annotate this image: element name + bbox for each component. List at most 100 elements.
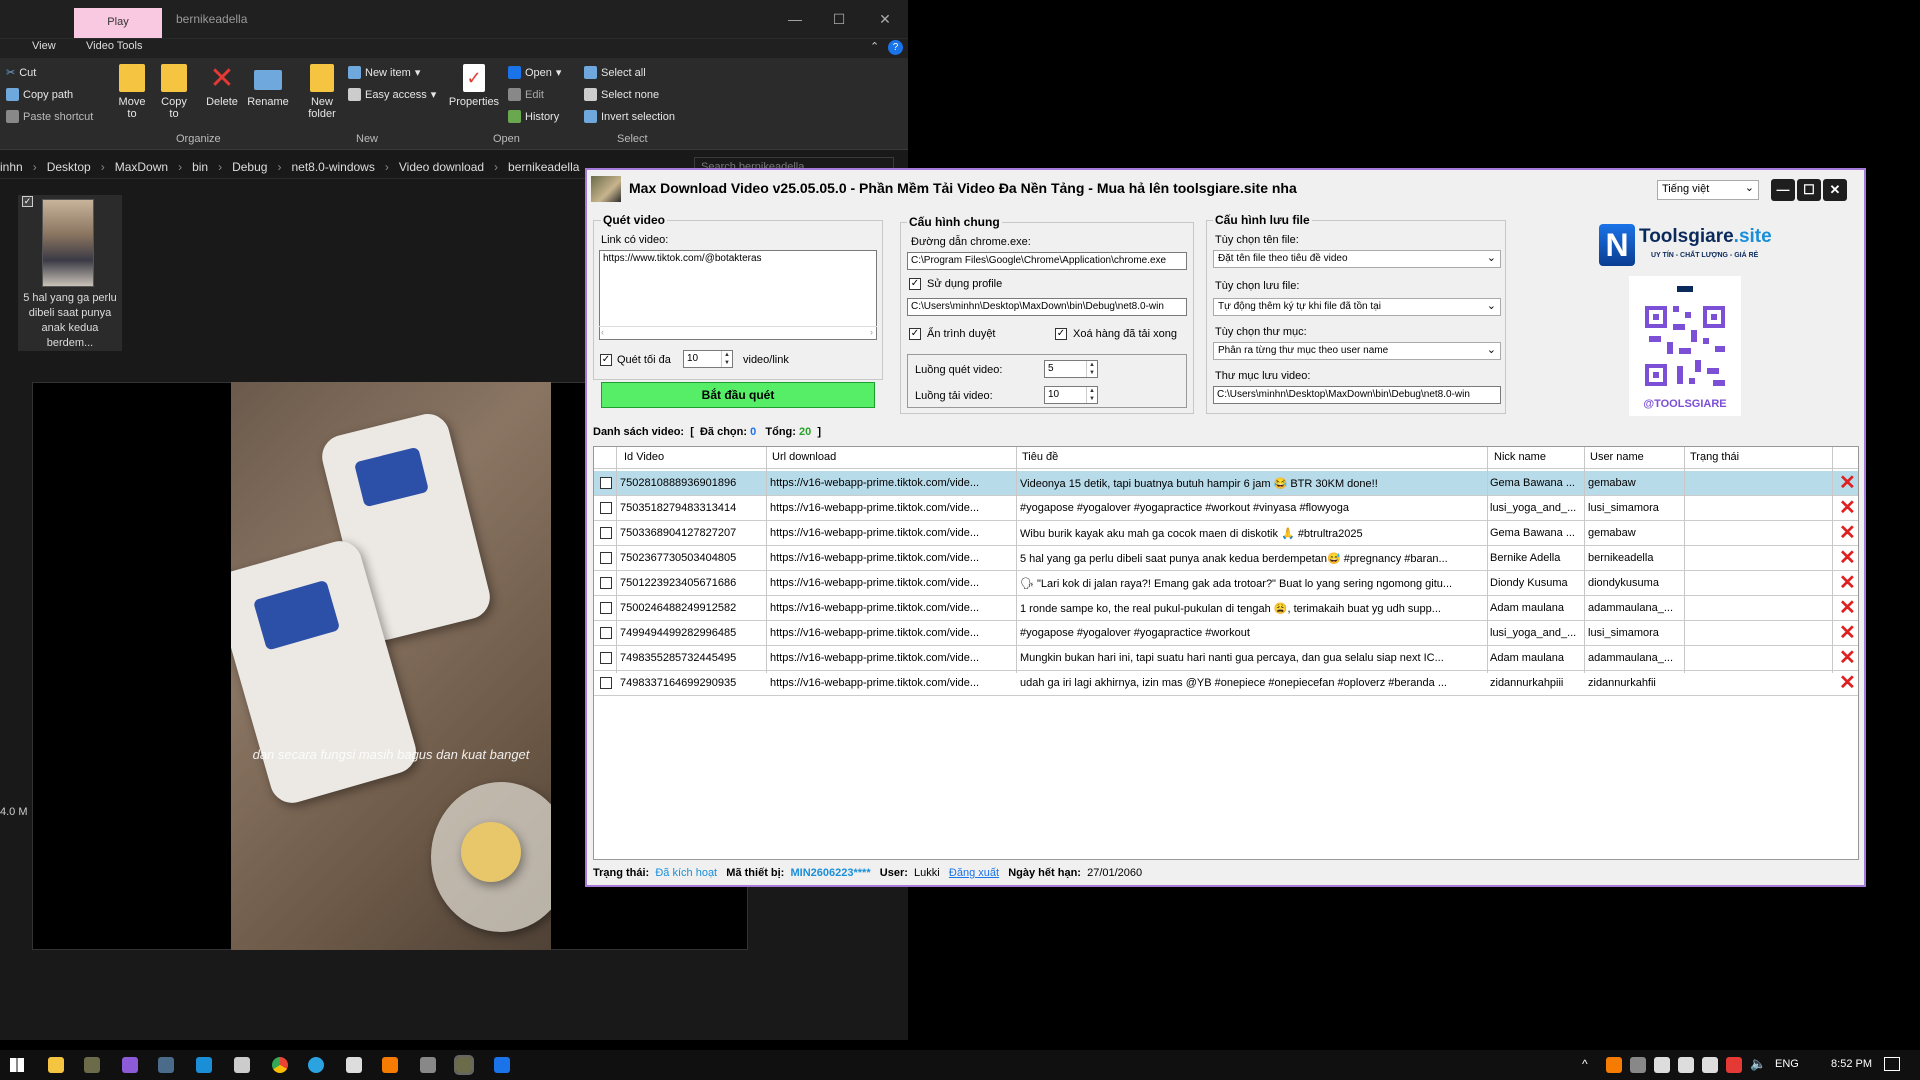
file-item[interactable]: 5 hal yang ga perlu dibeli saat punya an…: [18, 195, 122, 351]
media-player-icon[interactable]: [494, 1057, 510, 1073]
row-checkbox[interactable]: [600, 502, 612, 514]
delete-row-icon[interactable]: ✕: [1839, 573, 1856, 593]
breadcrumb-item[interactable]: Desktop: [47, 160, 91, 174]
new-item-button[interactable]: New item ▾: [348, 66, 420, 79]
open-button[interactable]: Open ▾: [508, 66, 561, 79]
row-checkbox[interactable]: [600, 627, 612, 639]
video-table[interactable]: Id Video Url download Tiêu đề Nick name …: [593, 446, 1859, 860]
delete-button[interactable]: ✕ Delete: [202, 64, 242, 109]
breadcrumb-item[interactable]: bin: [192, 160, 208, 174]
row-checkbox[interactable]: [600, 477, 612, 489]
col-user[interactable]: User name: [1590, 451, 1644, 463]
tab-video-tools[interactable]: Video Tools: [86, 40, 142, 52]
new-folder-button[interactable]: New folder: [302, 64, 342, 120]
tray-icon[interactable]: [1702, 1057, 1718, 1073]
chevron-up-icon[interactable]: ^: [1582, 1057, 1588, 1071]
rename-button[interactable]: Rename: [246, 64, 290, 108]
language-select[interactable]: Tiếng việt: [1657, 180, 1759, 200]
col-url[interactable]: Url download: [772, 451, 836, 463]
delete-row-icon[interactable]: ✕: [1839, 673, 1856, 693]
select-none-button[interactable]: Select none: [584, 88, 659, 101]
telegram-icon[interactable]: [308, 1057, 324, 1073]
file-checkbox[interactable]: ✓: [22, 196, 33, 207]
tray-icon[interactable]: [1630, 1057, 1646, 1073]
col-nick[interactable]: Nick name: [1494, 451, 1546, 463]
play-tab[interactable]: Play: [74, 8, 162, 38]
minimize-icon[interactable]: —: [1771, 179, 1795, 201]
download-threads-stepper[interactable]: 10 ▲ ▼: [1044, 386, 1098, 404]
clock[interactable]: 8:52 PM: [1831, 1058, 1872, 1070]
hide-browser-checkbox[interactable]: ✓: [909, 328, 921, 340]
properties-button[interactable]: ✓ Properties: [446, 64, 502, 108]
visual-studio-icon[interactable]: [122, 1057, 138, 1073]
col-status[interactable]: Trạng thái: [1690, 451, 1739, 463]
app-icon[interactable]: [158, 1057, 174, 1073]
delete-row-icon[interactable]: ✕: [1839, 648, 1856, 668]
search-tool-icon[interactable]: [382, 1057, 398, 1073]
scan-threads-stepper[interactable]: 5 ▲ ▼: [1044, 360, 1098, 378]
file-explorer-icon[interactable]: [48, 1057, 64, 1073]
help-icon[interactable]: ?: [888, 40, 903, 55]
row-checkbox[interactable]: [600, 552, 612, 564]
breadcrumb-item[interactable]: MaxDown: [115, 160, 168, 174]
save-option-select[interactable]: Tự động thêm ký tự khi file đã tồn tại: [1213, 298, 1501, 316]
paste-shortcut-button[interactable]: Paste shortcut: [6, 110, 93, 123]
close-icon[interactable]: ✕: [870, 8, 900, 30]
app-icon[interactable]: [196, 1057, 212, 1073]
minimize-icon[interactable]: —: [780, 8, 810, 30]
copy-path-button[interactable]: Copy path: [6, 88, 73, 101]
row-checkbox[interactable]: [600, 527, 612, 539]
delete-row-icon[interactable]: ✕: [1839, 523, 1856, 543]
max-scan-stepper[interactable]: 10 ▲ ▼: [683, 350, 733, 368]
maximize-icon[interactable]: ☐: [1797, 179, 1821, 201]
use-profile-checkbox[interactable]: ✓: [909, 278, 921, 290]
video-preview[interactable]: dan secara fungsi masih bagus dan kuat b…: [231, 382, 551, 950]
breadcrumb-item[interactable]: bernikeadella: [508, 160, 579, 174]
max-scan-checkbox[interactable]: ✓: [600, 354, 612, 366]
filename-option-select[interactable]: Đặt tên file theo tiêu đề video: [1213, 250, 1501, 268]
invert-selection-button[interactable]: Invert selection: [584, 110, 675, 123]
table-row[interactable]: 7502367730503404805 https://v16-webapp-pr…: [594, 546, 1858, 571]
close-icon[interactable]: ✕: [1823, 179, 1847, 201]
breadcrumb-item[interactable]: Debug: [232, 160, 267, 174]
easy-access-button[interactable]: Easy access ▾: [348, 88, 436, 101]
start-scan-button[interactable]: Bắt đầu quét: [601, 382, 875, 408]
table-row[interactable]: 7501223923405671686 https://v16-webapp-pr…: [594, 571, 1858, 596]
delete-row-icon[interactable]: ✕: [1839, 548, 1856, 568]
delete-row-icon[interactable]: ✕: [1839, 598, 1856, 618]
notepad-icon[interactable]: [234, 1057, 250, 1073]
move-to-button[interactable]: Move to: [114, 64, 150, 120]
copy-to-button[interactable]: Copy to: [156, 64, 192, 120]
table-row[interactable]: 7498355285732445495 https://v16-webapp-pr…: [594, 646, 1858, 671]
delete-row-icon[interactable]: ✕: [1839, 473, 1856, 493]
select-all-button[interactable]: Select all: [584, 66, 646, 79]
chrome-path-input[interactable]: C:\Program Files\Google\Chrome\Applicati…: [907, 252, 1187, 270]
row-checkbox[interactable]: [600, 652, 612, 664]
table-row[interactable]: 7498337164699290935 https://v16-webapp-pr…: [594, 671, 1858, 696]
history-button[interactable]: History: [508, 110, 559, 123]
edit-button[interactable]: Edit: [508, 88, 544, 101]
row-checkbox[interactable]: [600, 677, 612, 689]
shield-icon[interactable]: [346, 1057, 362, 1073]
row-checkbox[interactable]: [600, 577, 612, 589]
max-download-icon[interactable]: [454, 1055, 474, 1075]
col-title[interactable]: Tiêu đề: [1022, 451, 1058, 463]
breadcrumb-item[interactable]: Video download: [399, 160, 484, 174]
table-row[interactable]: 7499494499282996485 https://v16-webapp-pr…: [594, 621, 1858, 646]
profile-path-input[interactable]: C:\Users\minhn\Desktop\MaxDown\bin\Debug…: [907, 298, 1187, 316]
row-checkbox[interactable]: [600, 602, 612, 614]
language-indicator[interactable]: ENG: [1775, 1058, 1799, 1070]
windows-start-icon[interactable]: [10, 1058, 24, 1072]
delete-row-icon[interactable]: ✕: [1839, 498, 1856, 518]
horizontal-scrollbar[interactable]: ‹ ›: [599, 326, 877, 340]
table-row[interactable]: 7500246488249912582 https://v16-webapp-pr…: [594, 596, 1858, 621]
col-id[interactable]: Id Video: [624, 451, 664, 463]
cut-button[interactable]: ✂ Cut: [6, 66, 36, 80]
table-row[interactable]: 7502810888936901896 https://v16-webapp-pr…: [594, 471, 1858, 496]
chevron-up-icon[interactable]: ⌃: [870, 40, 879, 53]
folder-option-select[interactable]: Phân ra từng thư mục theo user name: [1213, 342, 1501, 360]
breadcrumb-item[interactable]: inhn: [0, 160, 23, 174]
delete-row-icon[interactable]: ✕: [1839, 623, 1856, 643]
save-folder-input[interactable]: C:\Users\minhn\Desktop\MaxDown\bin\Debug…: [1213, 386, 1501, 404]
tray-icon[interactable]: [1654, 1057, 1670, 1073]
